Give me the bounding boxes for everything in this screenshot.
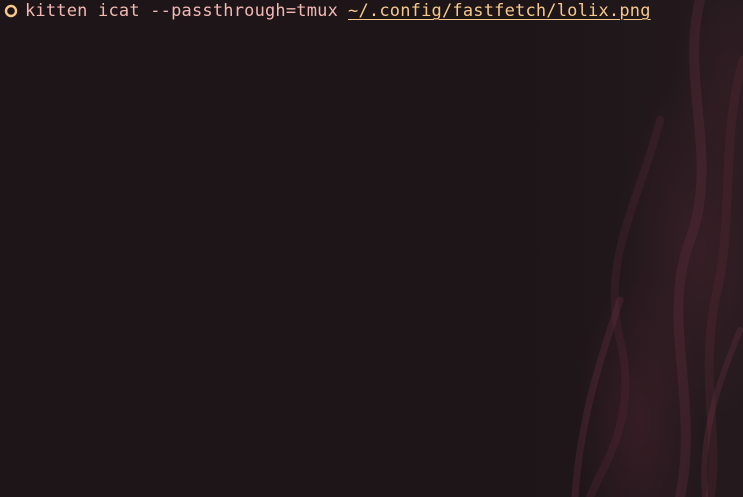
command-text: kitten icat --passthrough=tmux: [25, 1, 339, 21]
terminal-window[interactable]: kitten icat --passthrough=tmux ~/.config…: [0, 0, 743, 497]
command-line[interactable]: kitten icat --passthrough=tmux ~/.config…: [4, 0, 651, 22]
circle-prompt-icon: [4, 4, 18, 18]
path-argument[interactable]: ~/.config/fastfetch/lolix.png: [348, 1, 651, 21]
wallpaper-background: [571, 0, 743, 497]
